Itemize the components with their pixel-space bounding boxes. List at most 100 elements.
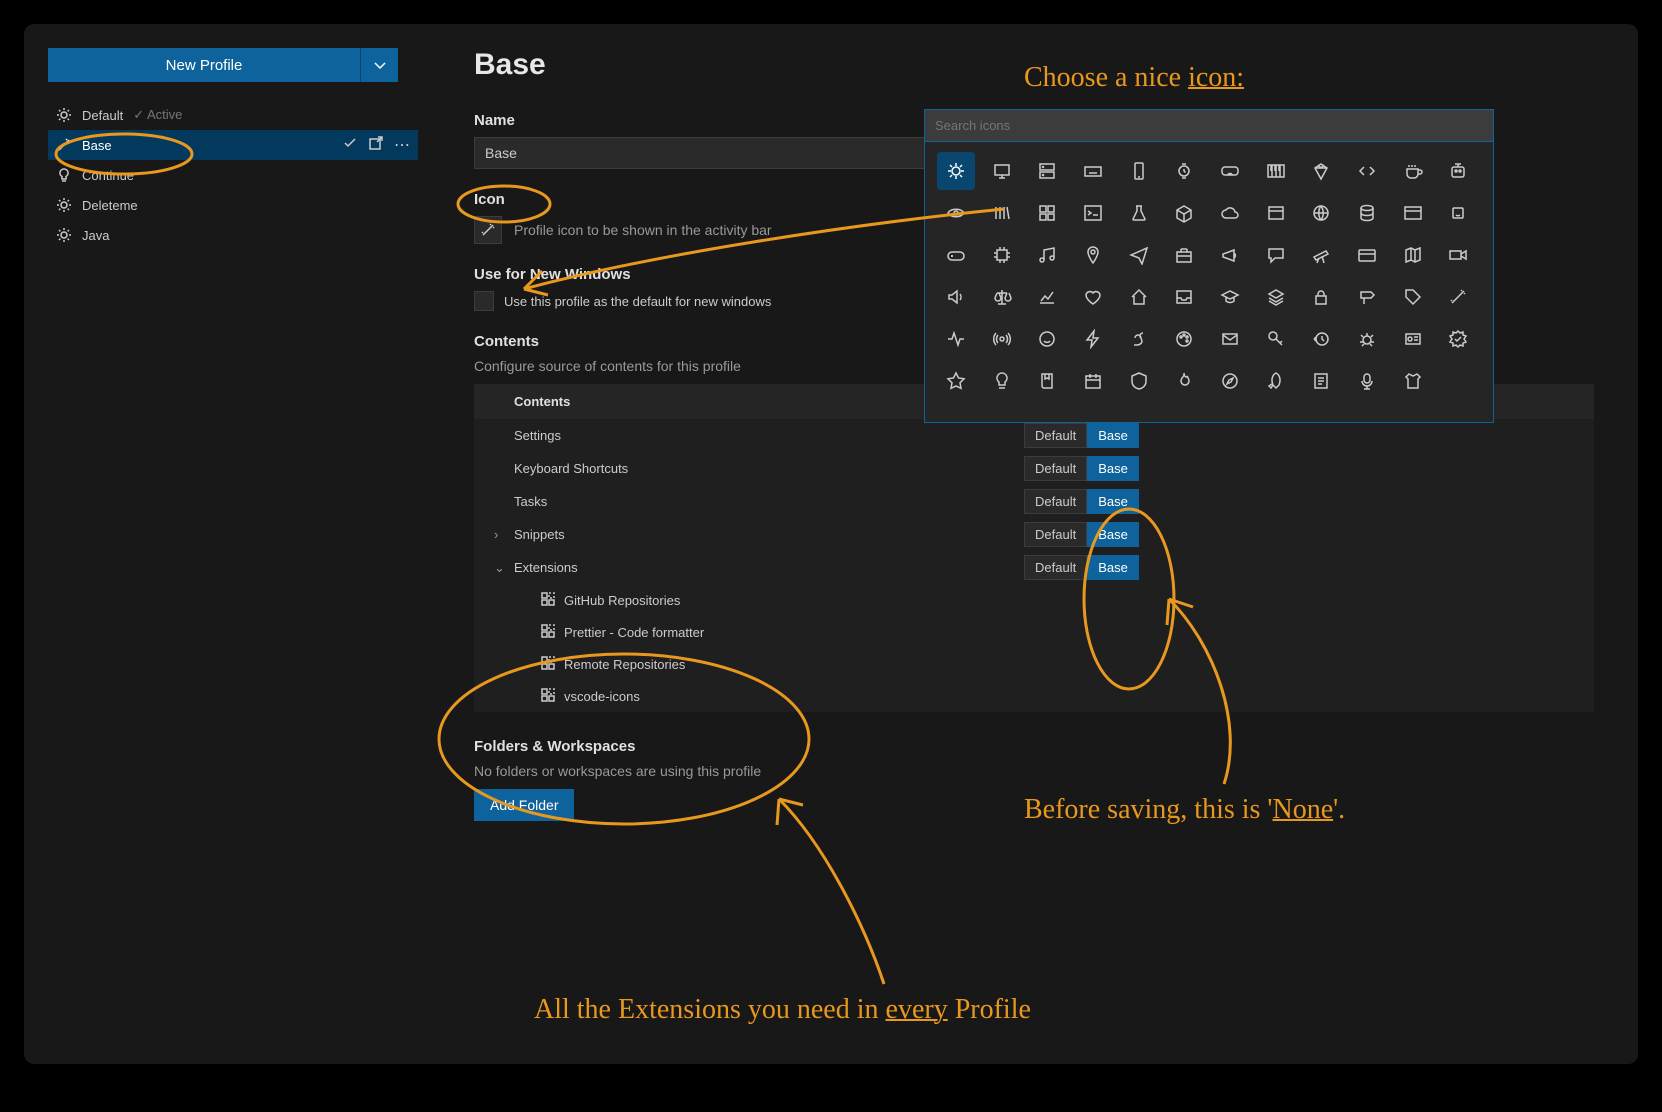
profile-item-default[interactable]: Default✓ Active (48, 100, 418, 130)
source-default-button[interactable]: Default (1024, 423, 1087, 448)
profile-item-continue[interactable]: Continue (48, 160, 418, 190)
library-icon[interactable] (983, 194, 1021, 232)
note-icon[interactable] (1302, 362, 1340, 400)
source-default-button[interactable]: Default (1024, 522, 1087, 547)
pulse-icon[interactable] (937, 320, 975, 358)
vr-icon[interactable] (1211, 152, 1249, 190)
icon-picker-button[interactable] (474, 216, 502, 244)
keyboard-icon[interactable] (1074, 152, 1112, 190)
shield-icon[interactable] (1120, 362, 1158, 400)
graph-icon[interactable] (1028, 278, 1066, 316)
flame-icon[interactable] (1165, 362, 1203, 400)
beaker-icon[interactable] (1120, 194, 1158, 232)
source-base-button[interactable]: Base (1087, 555, 1139, 580)
source-default-button[interactable]: Default (1024, 456, 1087, 481)
law-icon[interactable] (983, 278, 1021, 316)
smiley-icon[interactable] (1028, 320, 1066, 358)
extension-row[interactable]: Prettier - Code formatter (474, 616, 1594, 648)
map-icon[interactable] (1394, 236, 1432, 274)
terminal-icon[interactable] (1074, 194, 1112, 232)
squirrel-icon[interactable] (1120, 320, 1158, 358)
megaphone-icon[interactable] (1211, 236, 1249, 274)
tag-icon[interactable] (1394, 278, 1432, 316)
repo-icon[interactable] (1028, 362, 1066, 400)
chip-icon[interactable] (983, 236, 1021, 274)
zap-icon[interactable] (1074, 320, 1112, 358)
source-base-button[interactable]: Base (1087, 456, 1139, 481)
heart-icon[interactable] (1074, 278, 1112, 316)
cloud-icon[interactable] (1211, 194, 1249, 232)
color-icon[interactable] (1165, 320, 1203, 358)
extension-row[interactable]: vscode-icons (474, 680, 1594, 712)
extension-row[interactable]: GitHub Repositories (474, 584, 1594, 616)
ruby-icon[interactable] (1302, 152, 1340, 190)
profile-item-deleteme[interactable]: Deleteme (48, 190, 418, 220)
monitor-icon[interactable] (983, 152, 1021, 190)
layers-icon[interactable] (1257, 278, 1295, 316)
source-default-button[interactable]: Default (1024, 555, 1087, 580)
more-icon[interactable]: ⋯ (394, 135, 410, 156)
contents-row-snippets[interactable]: ›SnippetsDefaultBase (474, 518, 1594, 551)
comment-icon[interactable] (1257, 236, 1295, 274)
code-icon[interactable] (1348, 152, 1386, 190)
extension-row[interactable]: Remote Repositories (474, 648, 1594, 680)
contents-row-extensions[interactable]: ⌄ExtensionsDefaultBase (474, 551, 1594, 584)
telescope-icon[interactable] (1302, 236, 1340, 274)
music-icon[interactable] (1028, 236, 1066, 274)
send-icon[interactable] (1120, 236, 1158, 274)
coffee-icon[interactable] (1394, 152, 1432, 190)
credit-card-icon[interactable] (1348, 236, 1386, 274)
globe-icon[interactable] (1302, 194, 1340, 232)
pin-icon[interactable] (1074, 236, 1112, 274)
new-profile-button[interactable]: New Profile (48, 48, 360, 82)
contents-row-keyboard-shortcuts[interactable]: Keyboard ShortcutsDefaultBase (474, 452, 1594, 485)
package-icon[interactable] (1165, 194, 1203, 232)
lock-icon[interactable] (1302, 278, 1340, 316)
new-windows-checkbox[interactable] (474, 291, 494, 311)
calendar-icon[interactable] (1074, 362, 1112, 400)
source-base-button[interactable]: Base (1087, 423, 1139, 448)
use-profile-icon[interactable] (342, 135, 358, 156)
inbox-icon[interactable] (1165, 278, 1203, 316)
speaker-icon[interactable] (937, 278, 975, 316)
mortar-board-icon[interactable] (1211, 278, 1249, 316)
home-icon[interactable] (1120, 278, 1158, 316)
add-folder-button[interactable]: Add Folder (474, 789, 574, 821)
chip-face-icon[interactable] (1439, 194, 1477, 232)
boxes-icon[interactable] (1028, 194, 1066, 232)
source-default-button[interactable]: Default (1024, 489, 1087, 514)
mobile-icon[interactable] (1120, 152, 1158, 190)
jersey-icon[interactable] (1394, 362, 1432, 400)
bug-icon[interactable] (1348, 320, 1386, 358)
history-icon[interactable] (1302, 320, 1340, 358)
eye-icon[interactable] (937, 194, 975, 232)
window-icon[interactable] (1257, 194, 1295, 232)
source-base-button[interactable]: Base (1087, 522, 1139, 547)
rocket-icon[interactable] (1257, 362, 1295, 400)
new-profile-dropdown[interactable] (360, 48, 398, 82)
gear-icon[interactable] (937, 152, 975, 190)
compass-icon[interactable] (1211, 362, 1249, 400)
new-window-icon[interactable] (368, 135, 384, 156)
mail-icon[interactable] (1211, 320, 1249, 358)
verified-icon[interactable] (1439, 320, 1477, 358)
wand-icon[interactable] (1439, 278, 1477, 316)
watch-icon[interactable] (1165, 152, 1203, 190)
browser-icon[interactable] (1394, 194, 1432, 232)
milestone-icon[interactable] (1348, 278, 1386, 316)
server-icon[interactable] (1028, 152, 1066, 190)
contents-row-settings[interactable]: SettingsDefaultBase (474, 419, 1594, 452)
database-icon[interactable] (1348, 194, 1386, 232)
gamepad-icon[interactable] (937, 236, 975, 274)
mic-icon[interactable] (1348, 362, 1386, 400)
profile-item-base[interactable]: Base⋯ (48, 130, 418, 160)
star-icon[interactable] (937, 362, 975, 400)
broadcast-icon[interactable] (983, 320, 1021, 358)
icon-search-input[interactable] (925, 110, 1493, 142)
key-icon[interactable] (1257, 320, 1295, 358)
piano-icon[interactable] (1257, 152, 1295, 190)
lightbulb-icon[interactable] (983, 362, 1021, 400)
name-input[interactable] (474, 137, 954, 169)
source-base-button[interactable]: Base (1087, 489, 1139, 514)
video-icon[interactable] (1439, 236, 1477, 274)
